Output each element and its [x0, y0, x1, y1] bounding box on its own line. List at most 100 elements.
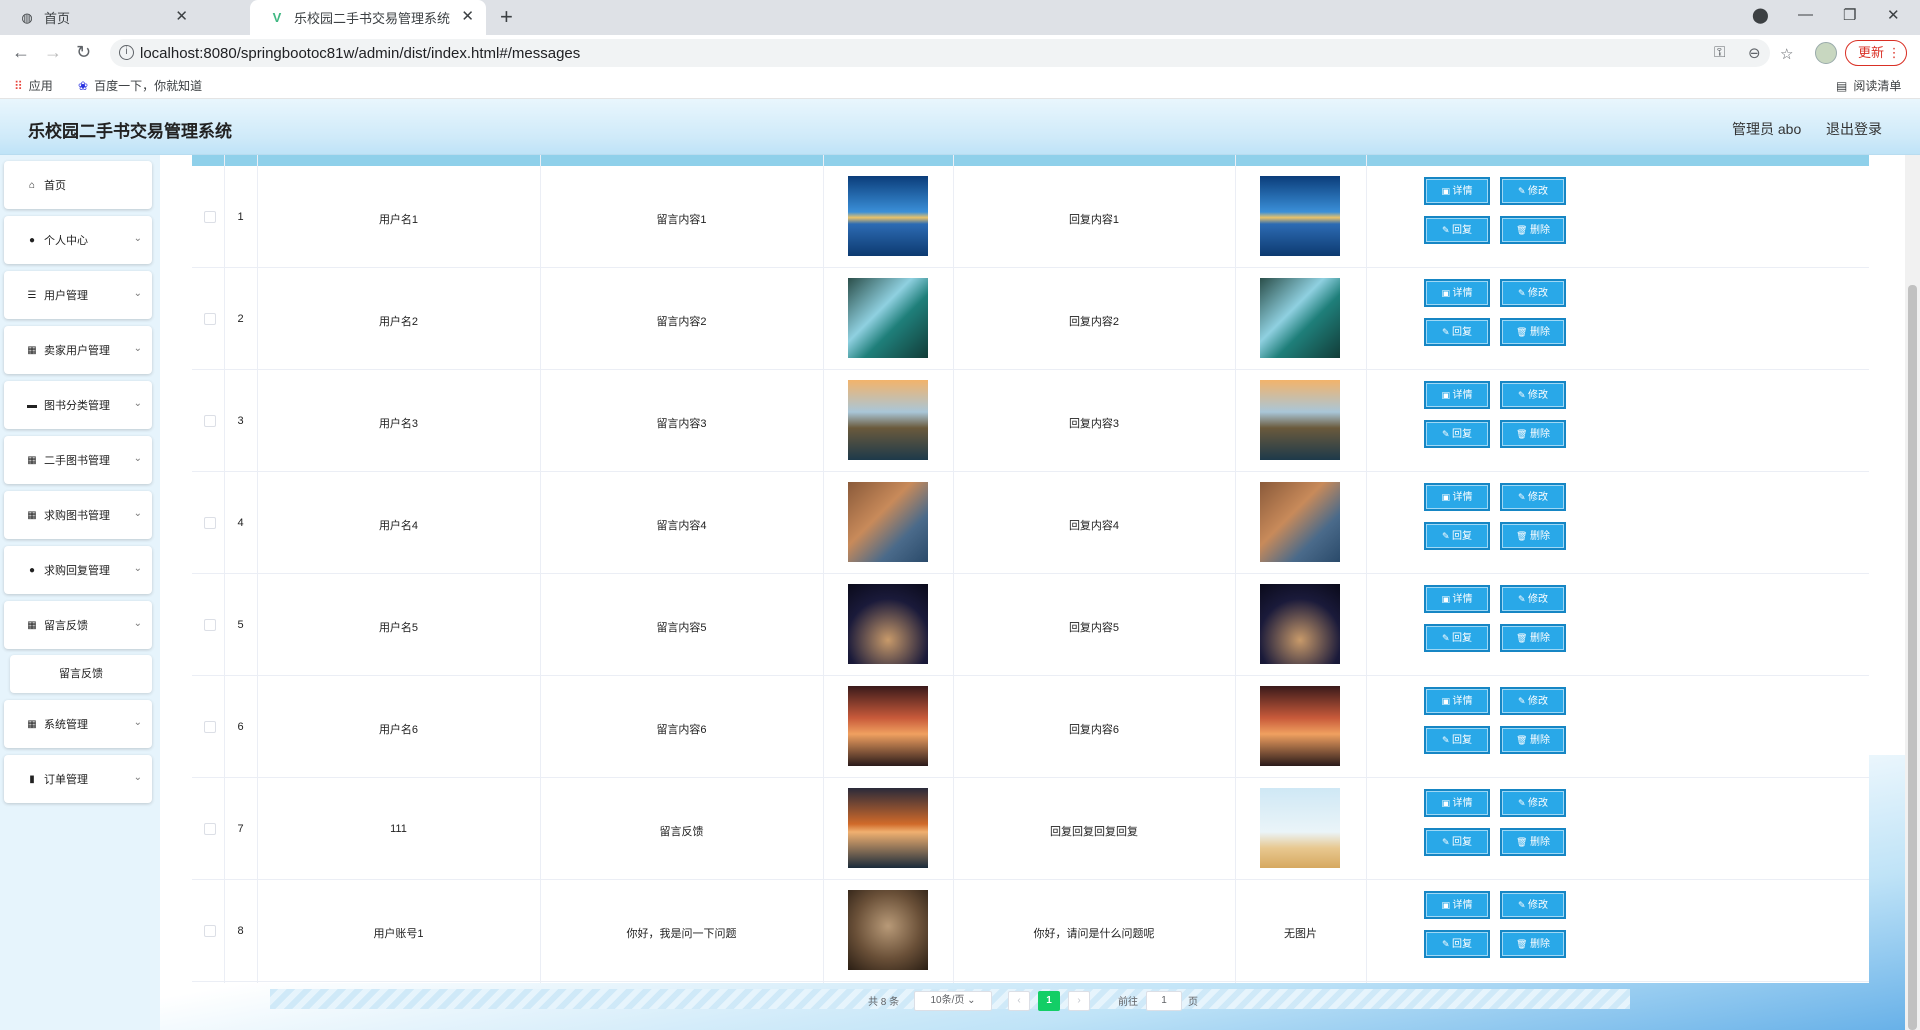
bookmark-star-icon[interactable]: ☆ — [1780, 45, 1793, 63]
table-row: 2 用户名2 留言内容2 回复内容2 ▣ 详情 ✎ 修改 ✎ 回复 🗑 删除 — [192, 268, 1869, 370]
sidebar-item-label: 个人中心 — [44, 235, 88, 247]
goto-page-input[interactable]: 1 — [1146, 991, 1182, 1011]
edit-button[interactable]: ✎ 修改 — [1500, 891, 1566, 919]
reply-button[interactable]: ✎ 回复 — [1424, 930, 1490, 958]
next-page-button[interactable]: › — [1068, 991, 1090, 1011]
close-icon[interactable]: ✕ — [461, 9, 474, 25]
sidebar-item-label: 留言反馈 — [44, 620, 88, 632]
reading-list[interactable]: ▤ 阅读清单 — [1836, 77, 1901, 94]
sidebar-subitem-message-feedback[interactable]: 留言反馈 — [10, 655, 152, 693]
logout-link[interactable]: 退出登录 — [1826, 119, 1882, 139]
detail-button[interactable]: ▣ 详情 — [1424, 687, 1490, 715]
sidebar-item-10[interactable]: ▦ 系统管理 ⌄ — [4, 700, 152, 748]
new-tab-icon[interactable]: + — [500, 6, 513, 28]
trash-icon: 🗑 — [1516, 633, 1530, 643]
update-button[interactable]: 更新 ⋮ — [1845, 40, 1907, 66]
restore-icon[interactable]: ❐ — [1843, 6, 1856, 24]
bookmark-baidu[interactable]: ❀ 百度一下，你就知道 — [78, 77, 202, 94]
detail-button[interactable]: ▣ 详情 — [1424, 789, 1490, 817]
delete-button[interactable]: 🗑 删除 — [1500, 624, 1566, 652]
reply-button[interactable]: ✎ 回复 — [1424, 420, 1490, 448]
message-image — [848, 686, 928, 766]
sidebar-item-label: 卖家用户管理 — [44, 345, 110, 357]
reply-button[interactable]: ✎ 回复 — [1424, 216, 1490, 244]
reply-button[interactable]: ✎ 回复 — [1424, 828, 1490, 856]
reload-icon[interactable]: ↻ — [76, 41, 91, 63]
delete-button[interactable]: 🗑 删除 — [1500, 828, 1566, 856]
sidebar-item-5[interactable]: ▬ 图书分类管理 ⌄ — [4, 381, 152, 429]
document-icon: ▣ — [1441, 186, 1453, 196]
detail-button[interactable]: ▣ 详情 — [1424, 279, 1490, 307]
sidebar-item-2[interactable]: ● 个人中心 ⌄ — [4, 216, 152, 264]
sidebar-item-7[interactable]: ▦ 求购图书管理 ⌄ — [4, 491, 152, 539]
row-checkbox[interactable] — [204, 721, 216, 733]
edit-button[interactable]: ✎ 修改 — [1500, 687, 1566, 715]
sidebar-item-4[interactable]: ▦ 卖家用户管理 ⌄ — [4, 326, 152, 374]
page-size-select[interactable]: 10条/页 ⌄ — [914, 991, 992, 1011]
edit-button[interactable]: ✎ 修改 — [1500, 483, 1566, 511]
delete-button[interactable]: 🗑 删除 — [1500, 930, 1566, 958]
detail-button[interactable]: ▣ 详情 — [1424, 381, 1490, 409]
edit-button[interactable]: ✎ 修改 — [1500, 177, 1566, 205]
reply-button[interactable]: ✎ 回复 — [1424, 522, 1490, 550]
grid-icon: ▦ — [27, 509, 37, 521]
row-checkbox[interactable] — [204, 211, 216, 223]
window-close-icon[interactable]: ✕ — [1887, 6, 1900, 24]
delete-button[interactable]: 🗑 删除 — [1500, 318, 1566, 346]
sidebar: ⌂ 首页 ● 个人中心 ⌄ ☰ 用户管理 ⌄ ▦ 卖家用户管理 ⌄ ▬ 图书分类管理 ⌄ ▦ 二手图书管理 ⌄ ▦… — [0, 155, 160, 1030]
delete-button[interactable]: 🗑 删除 — [1500, 216, 1566, 244]
back-icon[interactable]: ← — [12, 41, 30, 63]
reply-button[interactable]: ✎ 回复 — [1424, 624, 1490, 652]
key-icon[interactable]: ⚿ — [1714, 44, 1725, 61]
zoom-icon[interactable]: ⊖ — [1748, 44, 1761, 62]
reply-button[interactable]: ✎ 回复 — [1424, 318, 1490, 346]
tab-search-icon[interactable]: ⬤ — [1752, 6, 1769, 24]
sidebar-item-6[interactable]: ▦ 二手图书管理 ⌄ — [4, 436, 152, 484]
table-row: 4 用户名4 留言内容4 回复内容4 ▣ 详情 ✎ 修改 ✎ 回复 🗑 删除 — [192, 472, 1869, 574]
message-content-cell: 留言内容3 — [656, 418, 707, 430]
edit-button[interactable]: ✎ 修改 — [1500, 789, 1566, 817]
row-checkbox[interactable] — [204, 415, 216, 427]
detail-button[interactable]: ▣ 详情 — [1424, 891, 1490, 919]
delete-button[interactable]: 🗑 删除 — [1500, 726, 1566, 754]
edit-button[interactable]: ✎ 修改 — [1500, 279, 1566, 307]
sidebar-item-8[interactable]: ● 求购回复管理 ⌄ — [4, 546, 152, 594]
delete-button[interactable]: 🗑 删除 — [1500, 522, 1566, 550]
row-checkbox[interactable] — [204, 823, 216, 835]
document-icon: ▣ — [1441, 288, 1453, 298]
scrollbar-thumb[interactable] — [1908, 285, 1917, 1030]
sidebar-item-3[interactable]: ☰ 用户管理 ⌄ — [4, 271, 152, 319]
delete-button[interactable]: 🗑 删除 — [1500, 420, 1566, 448]
bookmark-apps[interactable]: ⠿ 应用 — [14, 77, 53, 94]
prev-page-button[interactable]: ‹ — [1008, 991, 1030, 1011]
detail-button-label: 详情 — [1452, 390, 1473, 401]
edit-button[interactable]: ✎ 修改 — [1500, 381, 1566, 409]
row-checkbox[interactable] — [204, 313, 216, 325]
sidebar-item-11[interactable]: ▮ 订单管理 ⌄ — [4, 755, 152, 803]
url-text[interactable]: localhost:8080/springbootoc81w/admin/dis… — [140, 45, 580, 62]
detail-button[interactable]: ▣ 详情 — [1424, 483, 1490, 511]
site-info-icon[interactable]: i — [119, 45, 134, 60]
minimize-icon[interactable]: — — [1798, 6, 1813, 23]
page-number-active[interactable]: 1 — [1038, 991, 1060, 1011]
tab-home[interactable]: ◍ 首页 ✕ — [0, 0, 200, 35]
row-checkbox[interactable] — [204, 619, 216, 631]
row-checkbox[interactable] — [204, 925, 216, 937]
sidebar-item-1[interactable]: ⌂ 首页 — [4, 161, 152, 209]
detail-button[interactable]: ▣ 详情 — [1424, 585, 1490, 613]
tab-admin-system[interactable]: V 乐校园二手书交易管理系统 ✕ — [250, 0, 486, 35]
reply-button[interactable]: ✎ 回复 — [1424, 726, 1490, 754]
row-checkbox[interactable] — [204, 517, 216, 529]
detail-button-label: 详情 — [1452, 594, 1473, 605]
close-icon[interactable]: ✕ — [175, 9, 188, 25]
edit-button[interactable]: ✎ 修改 — [1500, 585, 1566, 613]
detail-button[interactable]: ▣ 详情 — [1424, 177, 1490, 205]
chevron-left-icon: ‹ — [1017, 995, 1021, 1006]
sidebar-item-9[interactable]: ▦ 留言反馈 ⌄ — [4, 601, 152, 649]
delete-button-label: 删除 — [1529, 837, 1550, 848]
profile-avatar[interactable] — [1815, 42, 1837, 64]
page-scrollbar[interactable] — [1905, 155, 1920, 1030]
address-bar[interactable]: i localhost:8080/springbootoc81w/admin/d… — [110, 39, 1770, 67]
forward-icon[interactable]: → — [44, 41, 62, 63]
bookmark-label: 应用 — [28, 79, 53, 93]
